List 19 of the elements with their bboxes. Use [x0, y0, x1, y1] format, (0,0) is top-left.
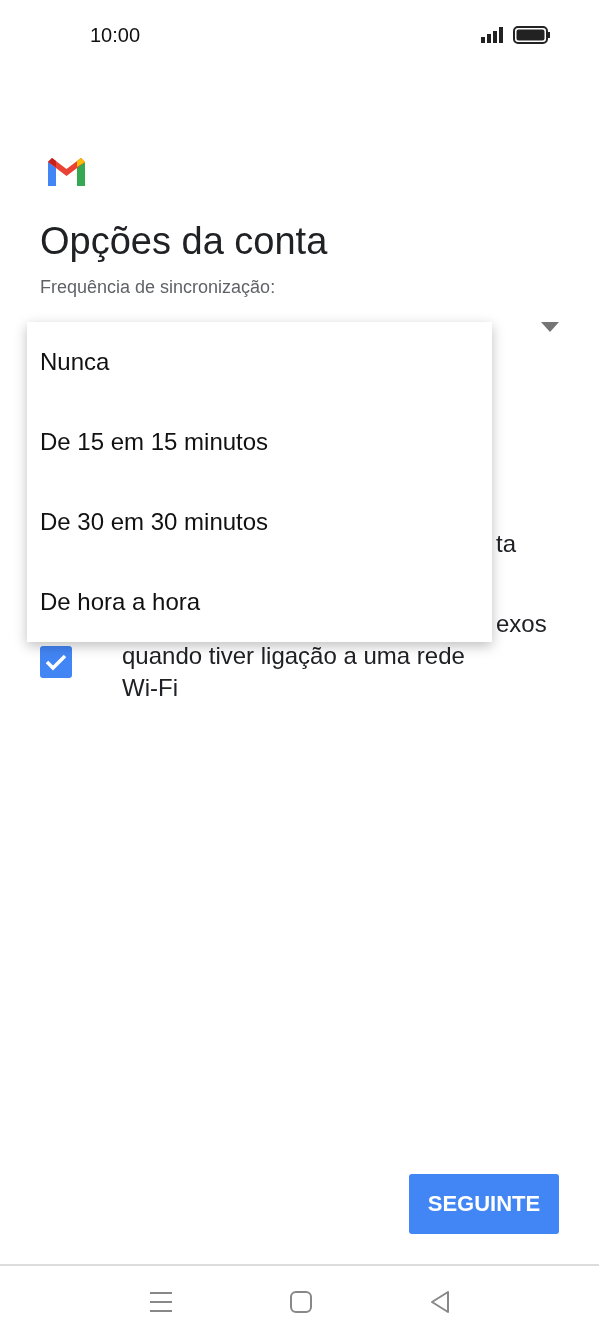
back-icon[interactable] — [429, 1291, 450, 1313]
setting-text: ta — [496, 530, 516, 558]
menu-option[interactable]: Nunca — [27, 322, 492, 402]
menu-option[interactable]: De 15 em 15 minutos — [27, 402, 492, 482]
signal-icon — [481, 27, 505, 43]
field-label: Frequência de sincronização: — [40, 277, 277, 298]
battery-icon — [513, 26, 551, 44]
menu-option[interactable]: De 30 em 30 minutos — [27, 482, 492, 562]
menu-icon[interactable] — [149, 1292, 172, 1312]
checkbox-label: quando tiver ligação a uma rede Wi-Fi — [122, 641, 466, 703]
next-button[interactable]: SEGUINTE — [409, 1174, 559, 1234]
mail-logo-icon — [48, 158, 85, 186]
home-icon[interactable] — [289, 1291, 312, 1313]
menu-option[interactable]: De hora a hora — [27, 562, 492, 642]
setting-text: exos — [496, 609, 547, 639]
page-title: Opções da conta — [40, 220, 329, 263]
dropdown-arrow-icon[interactable] — [541, 322, 559, 332]
status-time: 10:00 — [90, 23, 141, 47]
checkbox[interactable] — [40, 646, 72, 678]
